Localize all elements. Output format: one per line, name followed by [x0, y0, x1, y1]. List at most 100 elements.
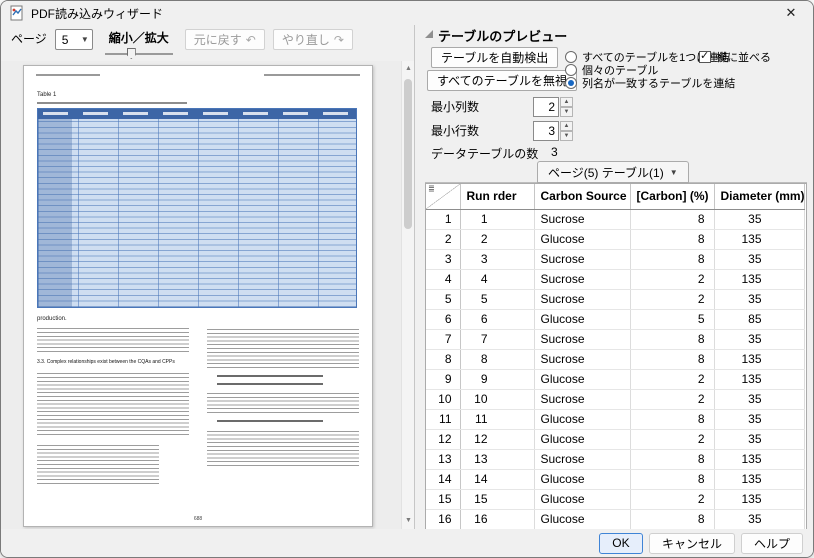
data-cell: 135 [714, 489, 804, 509]
row-number-cell[interactable]: 13 [426, 449, 460, 469]
table-row[interactable]: 44Sucrose2135 [426, 269, 804, 289]
table-row[interactable]: 11Sucrose835 [426, 209, 804, 229]
cancel-button[interactable]: キャンセル [649, 533, 735, 554]
table-row[interactable]: 1111Glucose835 [426, 409, 804, 429]
zoom-slider[interactable] [101, 48, 177, 60]
min-columns-value[interactable]: 2 [533, 97, 559, 117]
table-row[interactable]: 1515Glucose2135 [426, 489, 804, 509]
table-row[interactable]: 1414Glucose8135 [426, 469, 804, 489]
data-cell: 2 [630, 289, 714, 309]
row-number-cell[interactable]: 7 [426, 329, 460, 349]
column-header-diameter[interactable]: Diameter (mm) [714, 184, 804, 209]
auto-detect-tables-button[interactable]: テーブルを自動検出 [431, 47, 558, 68]
row-number-cell[interactable]: 10 [426, 389, 460, 409]
row-number-cell[interactable]: 9 [426, 369, 460, 389]
column-header-carbon-source[interactable]: Carbon Source [534, 184, 630, 209]
table-row[interactable]: 1616Glucose835 [426, 509, 804, 529]
undo-arrow-icon: ↶ [246, 33, 256, 47]
checkbox-checked-icon[interactable] [699, 51, 711, 63]
preview-table-container[interactable]: ≣ Run rder Carbon Source [Carbon] (%) Di… [425, 183, 807, 529]
data-cell: 8 [630, 409, 714, 429]
page-label: ページ [11, 29, 47, 50]
table-row[interactable]: 33Sucrose835 [426, 249, 804, 269]
pdf-left-column: 3.3. Complex relationships exist between… [37, 328, 189, 508]
data-cell: 8 [630, 349, 714, 369]
scroll-up-arrow-icon[interactable]: ▲ [402, 62, 414, 76]
radio-combine-matching-columns[interactable]: 列名が一致するテーブルを連結 [565, 75, 735, 91]
text-paragraph-placeholder [207, 391, 359, 413]
chevron-down-icon: ▼ [670, 168, 678, 177]
stepper-arrows[interactable]: ▲ ▼ [560, 97, 573, 117]
scroll-down-arrow-icon[interactable]: ▼ [402, 514, 414, 528]
row-number-cell[interactable]: 6 [426, 309, 460, 329]
pdf-import-wizard-dialog: PDF読み込みウィザード ✕ ページ 5 ▼ 縮小／拡大 [0, 0, 814, 558]
zoom-control-group: 縮小／拡大 [101, 29, 177, 60]
help-button[interactable]: ヘルプ [741, 533, 803, 554]
data-cell: 8 [630, 209, 714, 229]
table-row[interactable]: 1313Sucrose8135 [426, 449, 804, 469]
preview-scrollbar-thumb[interactable] [404, 79, 412, 229]
row-number-cell[interactable]: 5 [426, 289, 460, 309]
min-columns-stepper[interactable]: 2 ▲ ▼ [533, 97, 573, 117]
preview-scrollbar[interactable]: ▲ ▼ [401, 61, 414, 529]
table-row[interactable]: 66Glucose585 [426, 309, 804, 329]
data-cell: 2 [630, 269, 714, 289]
table-corner-cell[interactable]: ≣ [426, 184, 460, 209]
table-row[interactable]: 88Sucrose8135 [426, 349, 804, 369]
table-row[interactable]: 1212Glucose235 [426, 429, 804, 449]
row-number-cell[interactable]: 11 [426, 409, 460, 429]
page-number-select[interactable]: 5 ▼ [55, 29, 93, 50]
row-number-cell[interactable]: 4 [426, 269, 460, 289]
row-number-cell[interactable]: 8 [426, 349, 460, 369]
column-header-run-order[interactable]: Run rder [460, 184, 534, 209]
table-menu-icon[interactable]: ≣ [428, 184, 435, 193]
stepper-up-icon[interactable]: ▲ [560, 97, 573, 107]
disclosure-triangle-icon[interactable] [425, 30, 433, 38]
undo-button[interactable]: 元に戻す ↶ [185, 29, 265, 50]
row-number-cell[interactable]: 14 [426, 469, 460, 489]
row-number-cell[interactable]: 12 [426, 429, 460, 449]
data-cell: 16 [460, 509, 534, 529]
table-row[interactable]: 22Glucose8135 [426, 229, 804, 249]
data-cell: Glucose [534, 309, 630, 329]
table-row[interactable]: 77Sucrose835 [426, 329, 804, 349]
side-by-side-checkbox[interactable]: 横に並べる [699, 49, 771, 65]
ok-button[interactable]: OK [599, 533, 643, 554]
stepper-arrows[interactable]: ▲ ▼ [560, 121, 573, 141]
min-rows-stepper[interactable]: 3 ▲ ▼ [533, 121, 573, 141]
stepper-up-icon[interactable]: ▲ [560, 121, 573, 131]
redo-button[interactable]: やり直し ↷ [273, 29, 353, 50]
column-header-carbon-pct[interactable]: [Carbon] (%) [630, 184, 714, 209]
row-number-cell[interactable]: 1 [426, 209, 460, 229]
pdf-detected-table-highlight[interactable] [37, 108, 357, 308]
data-cell: 135 [714, 229, 804, 249]
table-row[interactable]: 99Glucose2135 [426, 369, 804, 389]
preview-table: ≣ Run rder Carbon Source [Carbon] (%) Di… [426, 184, 805, 529]
text-paragraph-placeholder [207, 328, 359, 368]
row-number-cell[interactable]: 15 [426, 489, 460, 509]
stepper-down-icon[interactable]: ▼ [560, 131, 573, 141]
radio-button-selected-icon[interactable] [565, 77, 577, 89]
data-cell: 135 [714, 349, 804, 369]
page-table-selector-button[interactable]: ページ(5) テーブル(1) ▼ [537, 161, 689, 183]
row-number-cell[interactable]: 3 [426, 249, 460, 269]
preview-table-body: 11Sucrose83522Glucose813533Sucrose83544S… [426, 209, 804, 529]
data-cell: Sucrose [534, 289, 630, 309]
row-number-cell[interactable]: 2 [426, 229, 460, 249]
ignore-all-tables-button[interactable]: すべてのテーブルを無視 [427, 70, 577, 91]
stepper-down-icon[interactable]: ▼ [560, 107, 573, 117]
min-rows-value[interactable]: 3 [533, 121, 559, 141]
close-button[interactable]: ✕ [769, 1, 813, 25]
data-cell: 5 [460, 289, 534, 309]
pdf-page[interactable]: Table 1 production. 3.3. Complex relatio… [23, 65, 373, 527]
pdf-preview-area[interactable]: Table 1 production. 3.3. Complex relatio… [1, 61, 414, 529]
table-row[interactable]: 1010Sucrose235 [426, 389, 804, 409]
data-cell: 12 [460, 429, 534, 449]
zoom-slider-thumb[interactable] [127, 48, 136, 59]
data-cell: 35 [714, 289, 804, 309]
data-cell: Sucrose [534, 449, 630, 469]
data-cell: 35 [714, 249, 804, 269]
table-row[interactable]: 55Sucrose235 [426, 289, 804, 309]
text-paragraph-placeholder [37, 328, 189, 352]
row-number-cell[interactable]: 16 [426, 509, 460, 529]
